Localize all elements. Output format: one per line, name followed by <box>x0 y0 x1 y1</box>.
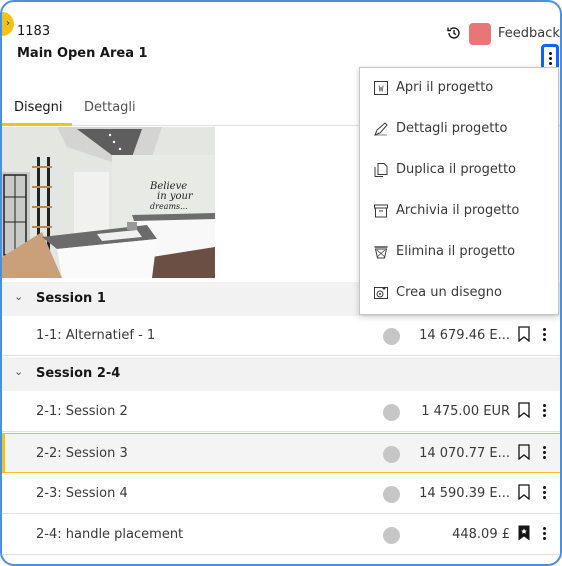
word-document-icon: W <box>374 81 388 95</box>
drawing-name: 2-3: Session 4 <box>36 486 128 501</box>
row-overflow-menu-icon[interactable] <box>543 446 546 459</box>
menu-item-archive-project[interactable]: Archivia il progetto <box>360 191 558 232</box>
row-overflow-menu-icon[interactable] <box>543 328 546 341</box>
tab-dettagli[interactable]: Dettagli <box>84 100 136 115</box>
project-name: Main Open Area 1 <box>17 46 148 61</box>
menu-item-open-project[interactable]: W Apri il progetto <box>360 68 558 109</box>
session-group-label: Session 1 <box>36 291 106 306</box>
project-id: 1183 <box>17 24 51 39</box>
menu-item-duplicate-project[interactable]: Duplica il progetto <box>360 150 558 191</box>
drawing-row[interactable]: 2-1: Session 2 1 475.00 EUR <box>2 392 560 432</box>
bookmark-icon[interactable] <box>518 444 530 460</box>
bookmark-icon[interactable] <box>518 326 530 342</box>
project-overflow-menu: W Apri il progetto Dettagli progetto Dup… <box>359 67 559 315</box>
row-overflow-menu-icon[interactable] <box>543 404 546 417</box>
session-group-label: Session 2-4 <box>36 366 121 381</box>
bookmark-icon[interactable] <box>518 484 530 500</box>
archive-icon <box>374 204 388 218</box>
drawing-row[interactable]: 2-4: handle placement 448.09 £ <box>2 515 560 555</box>
tab-disegni[interactable]: Disegni <box>14 100 63 115</box>
copy-icon <box>374 163 388 177</box>
expand-panel-button[interactable]: › <box>2 12 14 36</box>
menu-item-label: Archivia il progetto <box>396 203 520 218</box>
drawing-row-selected[interactable]: 2-2: Session 3 14 070.77 E... <box>2 433 560 473</box>
drawing-row[interactable]: 2-3: Session 4 14 590.39 E... <box>2 474 560 514</box>
drawing-price: 14 590.39 E... <box>419 486 510 501</box>
row-overflow-menu-icon[interactable] <box>543 486 546 499</box>
drawing-price: 14 679.46 E... <box>419 328 510 343</box>
add-drawing-icon <box>374 287 388 299</box>
chevron-right-icon: › <box>6 18 10 29</box>
bookmark-filled-icon[interactable] <box>518 525 530 541</box>
overflow-menu-vertical-icon <box>548 51 552 65</box>
drawing-name: 1-1: Alternatief - 1 <box>36 328 156 343</box>
svg-text:W: W <box>379 85 384 94</box>
status-indicator <box>383 527 400 544</box>
menu-item-project-details[interactable]: Dettagli progetto <box>360 109 558 150</box>
session-group-header[interactable]: ⌄ Session 2-4 <box>2 357 560 391</box>
drawing-price: 1 475.00 EUR <box>421 404 510 419</box>
wall-text: in your <box>157 191 194 202</box>
chevron-down-icon: ⌄ <box>14 365 24 378</box>
pencil-icon <box>374 122 388 136</box>
status-indicator <box>383 446 400 463</box>
drawing-name: 2-2: Session 3 <box>36 446 128 461</box>
status-indicator <box>383 486 400 503</box>
status-indicator <box>383 404 400 421</box>
status-indicator <box>383 328 400 345</box>
drawing-price: 448.09 £ <box>452 527 510 542</box>
menu-item-label: Apri il progetto <box>396 80 494 95</box>
project-panel: › 1183 Main Open Area 1 Feedback Disegni… <box>0 0 562 566</box>
kitchen-render-image: Believe in your dreams... <box>2 127 215 278</box>
project-color-swatch[interactable] <box>469 23 491 45</box>
feedback-link[interactable]: Feedback <box>498 26 560 41</box>
menu-item-create-drawing[interactable]: Crea un disegno <box>360 273 558 314</box>
drawing-name: 2-1: Session 2 <box>36 404 128 419</box>
menu-item-label: Elimina il progetto <box>396 244 516 259</box>
menu-item-label: Duplica il progetto <box>396 162 516 177</box>
drawing-thumbnail[interactable]: Believe in your dreams... <box>2 127 215 278</box>
bookmark-icon[interactable] <box>518 402 530 418</box>
chevron-down-icon: ⌄ <box>14 290 24 303</box>
drawing-name: 2-4: handle placement <box>36 527 184 542</box>
row-overflow-menu-icon[interactable] <box>543 527 546 540</box>
drawing-row[interactable]: 1-1: Alternatief - 1 14 679.46 E... <box>2 316 560 356</box>
history-icon[interactable] <box>446 25 462 41</box>
drawing-price: 14 070.77 E... <box>419 446 510 461</box>
menu-item-delete-project[interactable]: Elimina il progetto <box>360 232 558 273</box>
menu-item-label: Dettagli progetto <box>396 121 508 136</box>
active-tab-indicator <box>2 123 72 126</box>
trash-icon <box>374 246 388 259</box>
menu-item-label: Crea un disegno <box>396 285 502 300</box>
wall-text: dreams... <box>150 202 188 211</box>
